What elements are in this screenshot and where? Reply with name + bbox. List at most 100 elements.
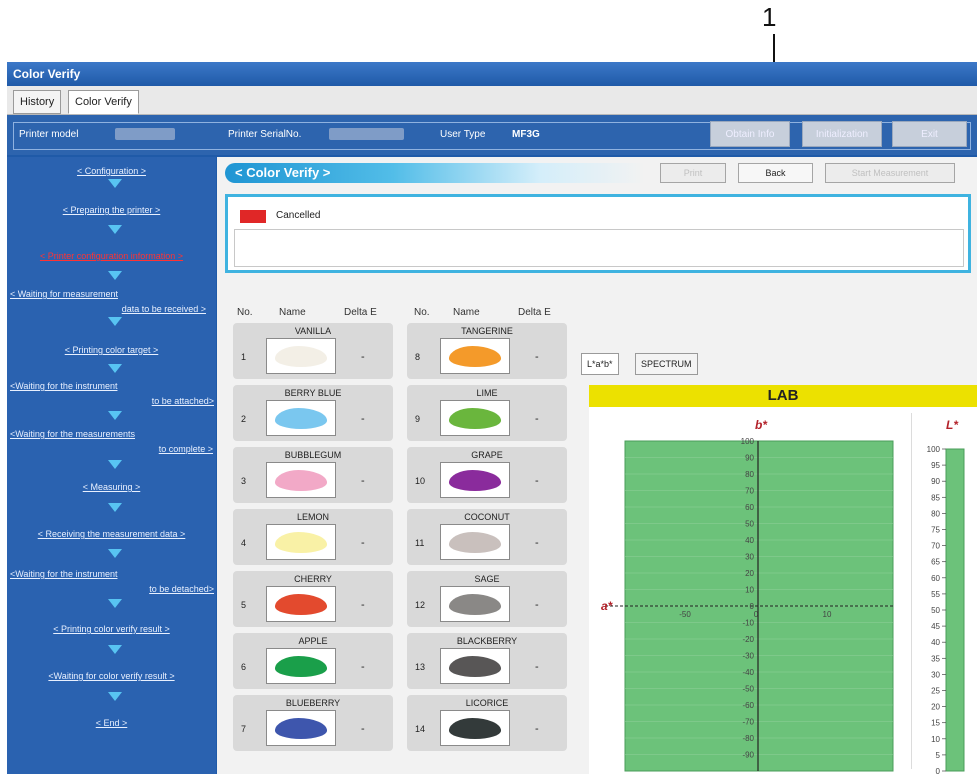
step-waiting-color-verify-result[interactable]: <Waiting for color verify result >	[7, 671, 216, 681]
step-measuring[interactable]: < Measuring >	[7, 482, 216, 492]
swatch-color-blob	[275, 532, 327, 553]
swatch-color-box	[440, 586, 510, 622]
step-waiting-measurements-complete-cont[interactable]: to complete >	[7, 444, 216, 454]
b-tick-label: 10	[745, 586, 754, 595]
tab-spectrum[interactable]: SPECTRUM	[635, 353, 698, 375]
swatch-delta-e: -	[361, 413, 365, 425]
step-receiving-measurement-data[interactable]: < Receiving the measurement data >	[7, 529, 216, 539]
swatch-card: LICORICE 14 -	[407, 695, 567, 751]
b-tick-label: 30	[745, 553, 754, 562]
status-text: Cancelled	[276, 210, 321, 221]
swatch-color-blob	[275, 470, 327, 491]
step-arrow-icon	[108, 317, 122, 326]
step-waiting-instrument-detached-cont[interactable]: to be detached>	[7, 584, 216, 594]
swatch-delta-e: -	[361, 537, 365, 549]
step-waiting-instrument-attached-cont[interactable]: to be attached>	[7, 396, 216, 406]
swatch-delta-e: -	[535, 413, 539, 425]
b-tick-label: 80	[745, 470, 754, 479]
b-tick-label: 40	[745, 536, 754, 545]
b-tick-label: -90	[742, 751, 754, 760]
step-printing-color-target[interactable]: < Printing color target >	[7, 345, 216, 355]
swatch-delta-e: -	[535, 723, 539, 735]
a-axis-label: a*	[601, 599, 614, 613]
swatch-card: CHERRY 5 -	[233, 571, 393, 627]
tab-history[interactable]: History	[13, 90, 62, 114]
swatch-delta-e: -	[535, 599, 539, 611]
l-tick-label: 95	[931, 461, 940, 470]
user-type-label: User Type	[440, 129, 486, 140]
obtain-info-button[interactable]: Obtain Info	[710, 121, 790, 147]
l-tick-label: 80	[931, 509, 940, 518]
swatch-delta-e: -	[535, 351, 539, 363]
step-printer-configuration-information[interactable]: < Printer configuration information >	[7, 251, 216, 261]
header-no: No.	[237, 307, 253, 318]
header-no: No.	[414, 307, 430, 318]
swatch-delta-e: -	[361, 351, 365, 363]
step-waiting-instrument-attached[interactable]: <Waiting for the instrument	[7, 381, 219, 391]
tab-color-verify[interactable]: Color Verify	[68, 90, 139, 114]
step-waiting-measurement-data-cont[interactable]: data to be received >	[7, 304, 216, 314]
step-configuration[interactable]: < Configuration >	[7, 166, 216, 176]
main-content: < Color Verify > Print Back Start Measur…	[217, 157, 977, 776]
swatch-card: LIME 9 -	[407, 385, 567, 441]
l-tick-label: 25	[931, 687, 940, 696]
swatch-color-blob	[449, 532, 501, 553]
tab-strip: History Color Verify	[7, 86, 977, 115]
swatch-color-blob	[275, 346, 327, 367]
l-bar	[945, 448, 965, 772]
swatch-number: 4	[241, 538, 247, 548]
printer-model-label: Printer model	[19, 129, 79, 140]
back-button[interactable]: Back	[738, 163, 813, 183]
step-waiting-measurements-complete[interactable]: <Waiting for the measurements	[7, 429, 219, 439]
exit-button[interactable]: Exit	[892, 121, 967, 147]
swatch-name: TANGERINE	[461, 326, 513, 336]
step-printing-color-verify-result[interactable]: < Printing color verify result >	[7, 624, 216, 634]
swatch-card: LEMON 4 -	[233, 509, 393, 565]
swatch-color-box	[266, 710, 336, 746]
b-tick-label: -30	[742, 652, 754, 661]
swatch-card: SAGE 12 -	[407, 571, 567, 627]
swatch-delta-e: -	[361, 723, 365, 735]
l-tick-label: 55	[931, 590, 940, 599]
swatch-card: VANILLA 1 -	[233, 323, 393, 379]
swatch-number: 1	[241, 352, 247, 362]
step-waiting-instrument-detached[interactable]: <Waiting for the instrument	[7, 569, 219, 579]
b-tick-label: -50	[742, 685, 754, 694]
start-measurement-button[interactable]: Start Measurement	[825, 163, 955, 183]
l-tick-label: 60	[931, 574, 940, 583]
l-tick-label: 65	[931, 558, 940, 567]
swatch-color-blob	[449, 718, 501, 739]
color-verify-window: Color Verify History Color Verify Printe…	[7, 62, 977, 776]
b-tick-label: 20	[745, 569, 754, 578]
initialization-button[interactable]: Initialization	[802, 121, 882, 147]
print-button[interactable]: Print	[660, 163, 726, 183]
b-tick-label: 100	[741, 437, 755, 446]
swatch-color-blob	[275, 594, 327, 615]
swatch-number: 13	[415, 662, 426, 672]
swatch-name: LIME	[476, 388, 498, 398]
swatch-color-box	[266, 586, 336, 622]
swatch-color-blob	[449, 346, 501, 367]
step-preparing-printer[interactable]: < Preparing the printer >	[7, 205, 216, 215]
l-tick-label: 0	[936, 767, 941, 774]
swatch-number: 6	[241, 662, 247, 672]
printer-model-value	[115, 128, 175, 140]
l-tick-label: 90	[931, 477, 940, 486]
b-tick-label: 70	[745, 487, 754, 496]
l-tick-label: 100	[927, 445, 941, 454]
swatch-name: LEMON	[296, 512, 329, 522]
swatch-color-blob	[275, 656, 327, 677]
a-tick-label: 0	[754, 610, 759, 619]
swatch-color-box	[440, 524, 510, 560]
l-tick-label: 40	[931, 638, 940, 647]
swatch-color-blob	[449, 656, 501, 677]
status-box: Cancelled	[225, 194, 971, 273]
swatch-color-box	[440, 648, 510, 684]
step-end[interactable]: < End >	[7, 718, 216, 728]
step-waiting-measurement-data[interactable]: < Waiting for measurement	[7, 289, 219, 299]
swatch-card: COCONUT 11 -	[407, 509, 567, 565]
l-tick-label: 10	[931, 735, 940, 744]
tab-lab[interactable]: L*a*b*	[581, 353, 619, 375]
swatch-card: BLACKBERRY 13 -	[407, 633, 567, 689]
b-tick-label: 50	[745, 520, 754, 529]
